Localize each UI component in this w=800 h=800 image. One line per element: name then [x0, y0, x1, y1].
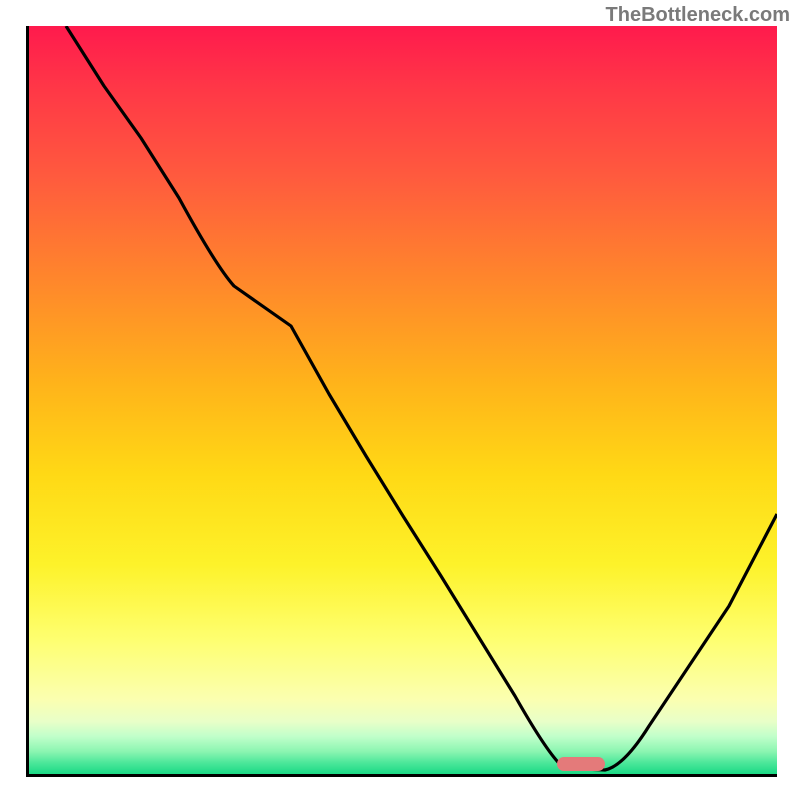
- bottleneck-curve-path: [66, 26, 777, 770]
- chart-plot-area: [26, 26, 777, 777]
- chart-line-svg: [29, 26, 777, 774]
- watermark-text: TheBottleneck.com: [606, 4, 790, 27]
- optimal-marker: [557, 757, 605, 771]
